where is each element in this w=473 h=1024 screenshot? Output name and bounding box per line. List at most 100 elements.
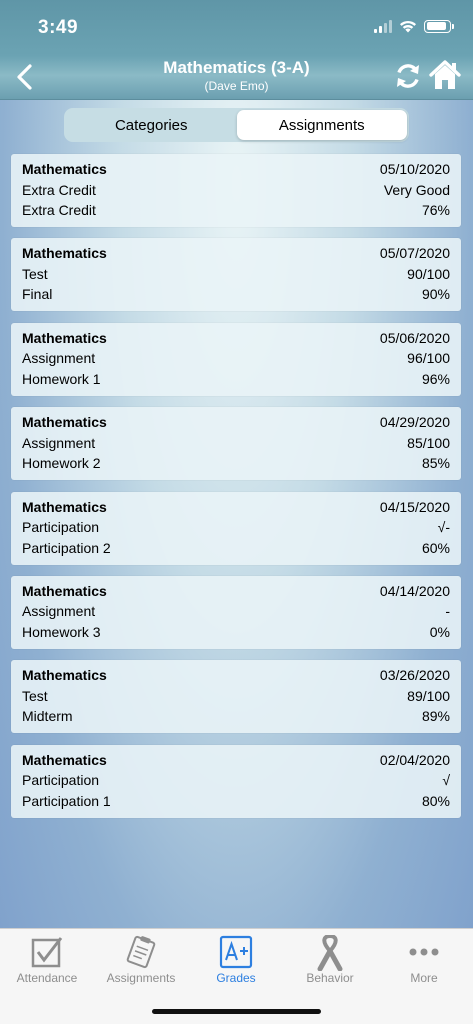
assignment-list: Mathematics 05/10/2020 Extra Credit Very Go… (11, 154, 461, 829)
assignment-row: Assignment 96/100 (22, 349, 450, 370)
segment-assignments[interactable]: Assignments (236, 110, 407, 140)
assignment-card[interactable]: Mathematics 05/06/2020 Assignment 96/100 Hom… (11, 322, 461, 396)
segment-categories[interactable]: Categories (66, 110, 237, 140)
assignment-name: Participation 2 (22, 539, 111, 556)
assignment-type: Participation (22, 519, 100, 536)
tab-more[interactable]: More (377, 929, 471, 989)
tab-grades[interactable]: Grades (189, 929, 283, 989)
assignment-date: 04/29/2020 (379, 414, 450, 431)
assignment-score: - (445, 603, 450, 620)
refresh-icon[interactable] (392, 60, 424, 92)
assignment-row: Mathematics 05/06/2020 (22, 329, 450, 350)
assignment-name: Midterm (22, 708, 73, 725)
assignment-date: 02/04/2020 (379, 751, 450, 768)
assignment-percent: 96% (421, 370, 450, 387)
assignment-row: Homework 2 85% (22, 454, 450, 475)
assignment-name: Homework 2 (22, 455, 101, 472)
assignment-row: Final 90% (22, 285, 450, 306)
status-bar: 3:49 (0, 0, 473, 56)
assignment-subject: Mathematics (22, 245, 107, 262)
assignment-score: √- (437, 519, 450, 536)
assignment-row: Participation √- (22, 518, 450, 539)
assignment-card[interactable]: Mathematics 04/29/2020 Assignment 85/100 Hom… (11, 407, 461, 481)
tab-label: Behavior (306, 971, 354, 985)
assignment-row: Homework 1 96% (22, 370, 450, 391)
tab-label: Grades (216, 971, 256, 985)
assignment-date: 05/06/2020 (379, 329, 450, 346)
assignment-percent: 85% (421, 455, 450, 472)
assignment-card[interactable]: Mathematics 05/07/2020 Test 90/100 Final 90% (11, 238, 461, 312)
cellular-signal-icon (374, 19, 392, 33)
tab-behavior[interactable]: Behavior (283, 929, 377, 989)
nav-bar: Mathematics (3-A) (Dave Emo) (0, 56, 473, 100)
status-time: 3:49 (38, 17, 79, 38)
segmented-control: Categories Assignments (64, 108, 409, 142)
tab-assignments[interactable]: Assignments (94, 929, 188, 989)
assignment-row: Extra Credit Very Good (22, 181, 450, 202)
assignment-subject: Mathematics (22, 161, 107, 177)
home-icon[interactable] (428, 58, 462, 92)
assignment-row: Assignment 85/100 (22, 434, 450, 455)
assignment-name: Final (22, 286, 53, 303)
assignment-type: Assignment (22, 350, 96, 367)
assignment-row: Mathematics 03/26/2020 (22, 666, 450, 687)
assignment-score: 90/100 (407, 265, 450, 282)
assignment-score: √ (442, 772, 450, 789)
grades-a-plus-icon (219, 935, 253, 969)
home-indicator (152, 1009, 321, 1014)
assignment-row: Mathematics 04/15/2020 (22, 498, 450, 519)
clipboard-icon (126, 935, 156, 969)
assignment-subject: Mathematics (22, 751, 107, 768)
assignment-card[interactable]: Mathematics 04/15/2020 Participation √- Part… (11, 491, 461, 565)
assignment-score: 96/100 (407, 350, 450, 367)
assignment-row: Assignment - (22, 602, 450, 623)
assignment-percent: 76% (421, 202, 450, 218)
assignment-percent: 60% (421, 539, 450, 556)
assignment-row: Test 90/100 (22, 265, 450, 286)
assignment-row: Mathematics 05/10/2020 (22, 160, 450, 181)
assignment-type: Assignment (22, 603, 96, 620)
checkbox-icon (31, 937, 63, 968)
assignment-name: Extra Credit (22, 202, 96, 218)
assignment-type: Test (22, 265, 48, 282)
assignment-percent: 89% (421, 708, 450, 725)
tab-label: Attendance (16, 971, 78, 985)
assignment-card[interactable]: Mathematics 05/10/2020 Extra Credit Very Go… (11, 154, 461, 227)
battery-icon (424, 19, 454, 33)
assignment-type: Test (22, 687, 48, 704)
assignment-type: Extra Credit (22, 181, 96, 198)
assignment-row: Mathematics 04/29/2020 (22, 413, 450, 434)
assignment-row: Participation √ (22, 771, 450, 792)
assignment-card[interactable]: Mathematics 03/26/2020 Test 89/100 Midterm 89… (11, 660, 461, 734)
assignment-name: Homework 3 (22, 623, 101, 640)
assignment-subject: Mathematics (22, 582, 107, 599)
assignment-score: 85/100 (407, 434, 450, 451)
assignment-row: Mathematics 05/07/2020 (22, 244, 450, 265)
assignment-row: Extra Credit 76% (22, 201, 450, 222)
assignment-date: 04/14/2020 (379, 582, 450, 599)
assignment-card[interactable]: Mathematics 02/04/2020 Participation √ Parti… (11, 744, 461, 818)
more-dots-icon (409, 948, 439, 956)
assignment-row: Midterm 89% (22, 707, 450, 728)
assignment-type: Participation (22, 772, 100, 789)
assignment-score: Very Good (383, 181, 450, 198)
assignment-date: 04/15/2020 (379, 498, 450, 515)
tab-attendance[interactable]: Attendance (0, 929, 94, 989)
tab-label: More (410, 971, 438, 985)
assignment-subject: Mathematics (22, 667, 107, 684)
assignment-card[interactable]: Mathematics 04/14/2020 Assignment - Homework… (11, 575, 461, 649)
wifi-icon (400, 20, 416, 33)
assignment-row: Participation 1 80% (22, 792, 450, 813)
tab-label: Assignments (106, 971, 176, 985)
assignment-percent: 90% (421, 286, 450, 303)
assignment-date: 05/07/2020 (379, 245, 450, 262)
assignment-name: Homework 1 (22, 370, 101, 387)
assignment-row: Mathematics 02/04/2020 (22, 751, 450, 772)
assignment-date: 03/26/2020 (379, 667, 450, 684)
assignment-percent: 0% (429, 623, 450, 640)
assignment-row: Mathematics 04/14/2020 (22, 582, 450, 603)
ribbon-icon (317, 935, 343, 971)
assignment-row: Test 89/100 (22, 687, 450, 708)
assignment-name: Participation 1 (22, 792, 111, 809)
assignment-subject: Mathematics (22, 329, 107, 346)
